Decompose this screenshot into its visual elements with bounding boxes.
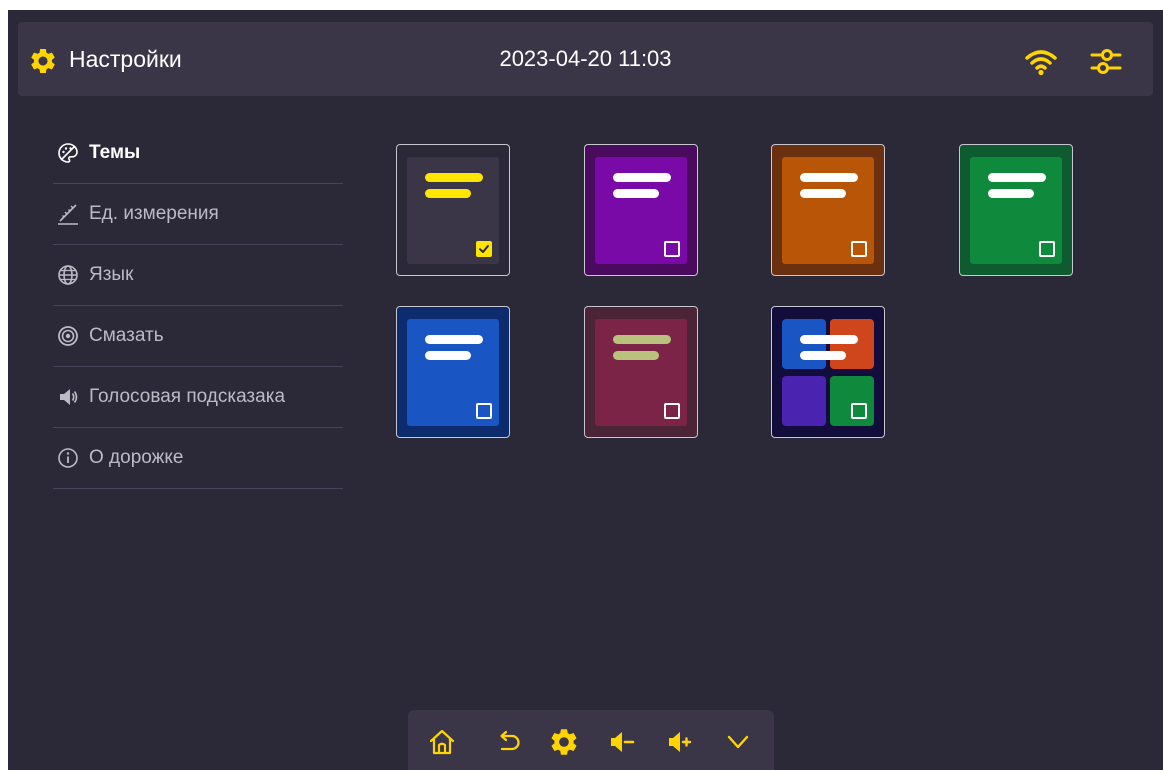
menu-item-about[interactable]: О дорожке xyxy=(53,428,343,489)
volume-down-button[interactable] xyxy=(606,726,638,758)
theme-preview-bar xyxy=(613,189,659,198)
theme-checkbox[interactable] xyxy=(476,403,492,419)
theme-checkbox[interactable] xyxy=(851,403,867,419)
menu-item-voice-prompt[interactable]: Голосовая подсказака xyxy=(53,367,343,428)
theme-preview-bar xyxy=(988,173,1046,182)
theme-preview-bar xyxy=(800,351,846,360)
menu-item-label: Темы xyxy=(89,142,141,163)
menu-item-units[interactable]: Ед. измерения xyxy=(53,184,343,245)
menu-item-label: Язык xyxy=(89,264,134,285)
tune-icon[interactable] xyxy=(1088,44,1124,78)
theme-preview-bar xyxy=(425,189,471,198)
theme-color-block xyxy=(782,319,826,369)
home-button[interactable] xyxy=(426,726,458,758)
theme-preview-bar xyxy=(988,189,1034,198)
menu-item-label: Смазать xyxy=(89,325,164,346)
target-icon xyxy=(58,326,78,346)
theme-preview-bar xyxy=(425,351,471,360)
checkmark-icon xyxy=(479,245,489,253)
speaker-icon xyxy=(60,389,78,405)
theme-tile-crimson[interactable] xyxy=(584,306,698,438)
theme-preview-bar xyxy=(800,173,858,182)
home-icon xyxy=(429,729,455,755)
bottom-nav-bar xyxy=(408,710,774,770)
header-bar: Настройки 2023-04-20 11:03 xyxy=(18,22,1153,96)
theme-tile-multicolor[interactable] xyxy=(771,306,885,438)
theme-preview xyxy=(407,319,499,426)
settings-icon xyxy=(551,729,577,755)
theme-preview-bar xyxy=(425,173,483,182)
info-icon xyxy=(58,448,78,468)
menu-item-label: О дорожке xyxy=(89,447,184,468)
chevron-down-icon xyxy=(727,735,749,749)
theme-preview xyxy=(407,157,499,264)
volume-up-button[interactable] xyxy=(664,726,696,758)
volume-up-icon xyxy=(669,732,692,752)
theme-checkbox[interactable] xyxy=(476,241,492,257)
volume-down-icon xyxy=(611,732,635,752)
back-button[interactable] xyxy=(493,726,525,758)
theme-preview-bar xyxy=(425,335,483,344)
theme-checkbox[interactable] xyxy=(1039,241,1055,257)
theme-checkbox[interactable] xyxy=(664,403,680,419)
screen: Настройки 2023-04-20 11:03 Темы Ед. изме… xyxy=(8,10,1163,770)
theme-preview-bar xyxy=(613,351,659,360)
theme-tile-purple[interactable] xyxy=(584,144,698,276)
expand-button[interactable] xyxy=(722,726,754,758)
menu-item-language[interactable]: Язык xyxy=(53,245,343,306)
theme-tile-orange[interactable] xyxy=(771,144,885,276)
wifi-icon[interactable] xyxy=(1024,47,1058,77)
theme-preview xyxy=(595,319,687,426)
theme-preview-bar xyxy=(613,173,671,182)
globe-icon xyxy=(58,265,78,285)
ruler-icon xyxy=(58,204,78,225)
settings-menu: Темы Ед. измерения Язык Смазать Голосова… xyxy=(53,123,343,489)
theme-tile-dark-yellow[interactable] xyxy=(396,144,510,276)
back-icon xyxy=(500,730,520,751)
theme-preview xyxy=(782,157,874,264)
theme-color-block xyxy=(830,319,874,369)
menu-item-lubricate[interactable]: Смазать xyxy=(53,306,343,367)
theme-tile-blue[interactable] xyxy=(396,306,510,438)
theme-preview-bar xyxy=(613,335,671,344)
menu-item-themes[interactable]: Темы xyxy=(53,123,343,184)
theme-preview xyxy=(595,157,687,264)
menu-item-label: Ед. измерения xyxy=(89,203,219,224)
theme-tile-green[interactable] xyxy=(959,144,1073,276)
theme-checkbox[interactable] xyxy=(851,241,867,257)
settings-button[interactable] xyxy=(548,726,580,758)
datetime-display: 2023-04-20 11:03 xyxy=(499,46,672,71)
theme-checkbox[interactable] xyxy=(664,241,680,257)
palette-icon xyxy=(58,143,78,163)
theme-preview-bar xyxy=(800,189,846,198)
menu-item-label: Голосовая подсказака xyxy=(89,386,286,407)
theme-color-block xyxy=(782,376,826,426)
theme-preview-bar xyxy=(800,335,858,344)
theme-preview xyxy=(970,157,1062,264)
